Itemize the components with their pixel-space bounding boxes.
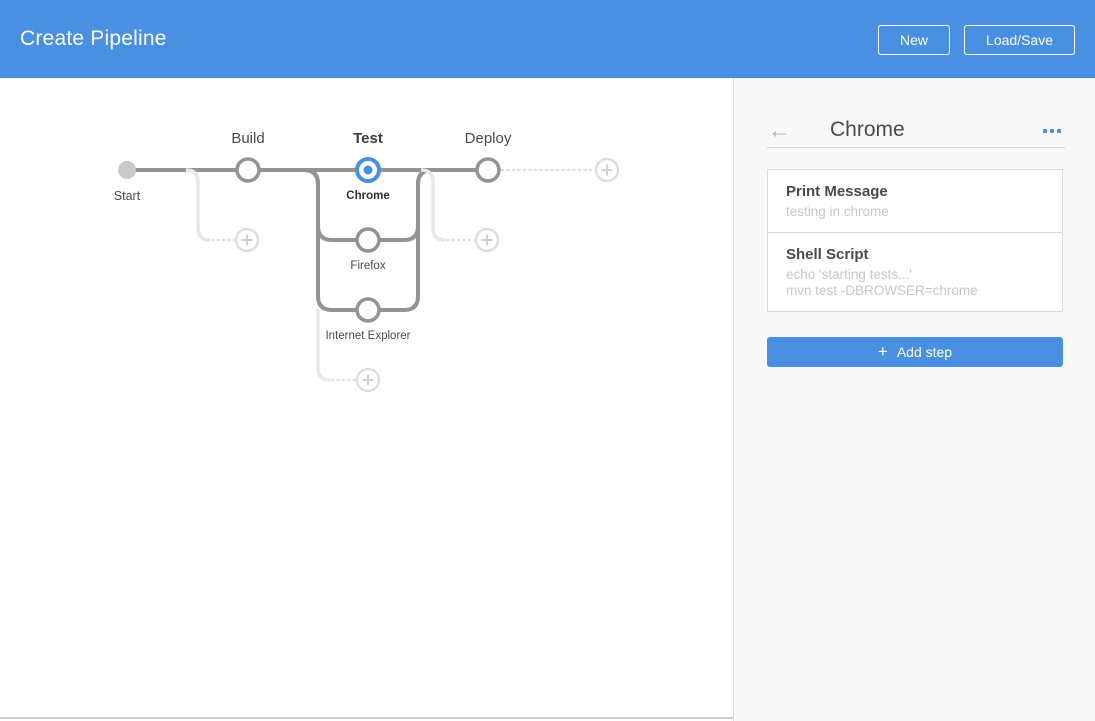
step-card-shell-script[interactable]: Shell Script echo 'starting tests...' mv… (767, 232, 1063, 312)
step-card-print-message[interactable]: Print Message testing in chrome (767, 169, 1063, 233)
header-buttons: New Load/Save (878, 25, 1075, 55)
split-connector-firefox (304, 170, 368, 240)
stage-node-deploy[interactable] (477, 159, 499, 181)
stage-detail-panel: ← Chrome Print Message testing in chrome… (735, 78, 1095, 721)
add-branch-deploy-connector (421, 170, 445, 240)
load-save-button[interactable]: Load/Save (964, 25, 1075, 55)
add-branch-build-connector (186, 170, 210, 240)
panel-title: Chrome (830, 116, 905, 144)
panel-header: ← Chrome (767, 116, 1063, 146)
branch-node-internet-explorer[interactable] (357, 299, 379, 321)
steps-list: Print Message testing in chrome Shell Sc… (767, 169, 1063, 312)
stage-label-test[interactable]: Test (353, 130, 383, 147)
page-title: Create Pipeline (20, 27, 167, 51)
start-node-label: Start (114, 189, 140, 203)
step-description: testing in chrome (786, 204, 1044, 220)
new-button[interactable]: New (878, 25, 950, 55)
stage-label-build[interactable]: Build (231, 130, 264, 147)
branch-node-chrome-selected[interactable] (357, 159, 379, 181)
step-description-line2: mvn test -DBROWSER=chrome (786, 283, 1044, 299)
step-title: Print Message (786, 183, 1044, 200)
app-header: Create Pipeline New Load/Save (0, 0, 1095, 78)
plus-icon: + (878, 343, 888, 360)
stage-label-deploy[interactable]: Deploy (465, 130, 512, 147)
more-menu-icon[interactable] (1043, 125, 1061, 137)
add-step-button[interactable]: + Add step (767, 337, 1063, 367)
add-parallel-branch-deploy-icon[interactable] (476, 229, 498, 251)
add-parallel-branch-test-icon[interactable] (357, 369, 379, 391)
back-arrow-icon[interactable]: ← (768, 116, 791, 144)
start-node (118, 161, 136, 179)
join-connector-firefox (368, 170, 432, 240)
pipeline-editor-canvas[interactable]: Start Build Test Deploy Chrome Firefox I… (0, 78, 734, 721)
add-parallel-branch-build-icon[interactable] (236, 229, 258, 251)
panel-divider (767, 147, 1065, 148)
add-stage-icon[interactable] (596, 159, 618, 181)
branch-label-firefox[interactable]: Firefox (350, 260, 385, 272)
stage-node-build[interactable] (237, 159, 259, 181)
branch-label-chrome[interactable]: Chrome (346, 190, 389, 202)
horizontal-scrollbar[interactable] (0, 717, 733, 719)
add-step-label: Add step (897, 344, 952, 360)
add-branch-test-connector (318, 309, 330, 380)
step-title: Shell Script (786, 246, 1044, 263)
step-description-line1: echo 'starting tests...' (786, 267, 1044, 283)
pipeline-graph (0, 78, 734, 721)
branch-node-firefox[interactable] (357, 229, 379, 251)
branch-label-internet-explorer[interactable]: Internet Explorer (325, 330, 410, 342)
